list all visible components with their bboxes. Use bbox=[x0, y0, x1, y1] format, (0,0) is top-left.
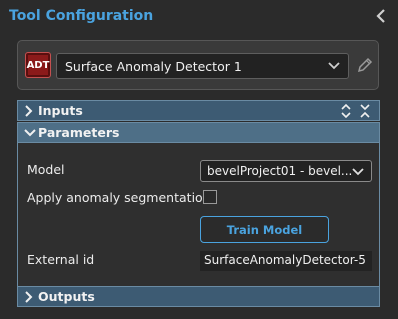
external-id-value: SurfaceAnomalyDetector-5 bbox=[204, 253, 366, 267]
collapse-all-icon bbox=[360, 104, 370, 118]
tool-badge: ADT bbox=[25, 52, 51, 78]
section-outputs-label: Outputs bbox=[38, 289, 95, 304]
train-model-button[interactable]: Train Model bbox=[200, 216, 329, 243]
chevron-right-icon bbox=[24, 105, 34, 117]
chevron-down-icon[interactable] bbox=[328, 60, 340, 72]
section-outputs[interactable]: Outputs bbox=[17, 286, 380, 307]
section-inputs[interactable]: Inputs bbox=[17, 100, 380, 121]
chevron-down-icon bbox=[24, 127, 36, 139]
chevron-left-icon[interactable] bbox=[374, 8, 388, 24]
panel-title: Tool Configuration bbox=[9, 8, 154, 24]
tool-dropdown[interactable]: Surface Anomaly Detector 1 bbox=[56, 53, 368, 79]
parameters-panel: Model bevelProject01 - bevel... Apply an… bbox=[17, 143, 380, 286]
panel-header: Tool Configuration bbox=[0, 0, 398, 34]
section-inputs-label: Inputs bbox=[38, 103, 83, 118]
pencil-icon[interactable] bbox=[356, 56, 374, 74]
expand-all-icon bbox=[341, 103, 351, 119]
section-parameters[interactable]: Parameters bbox=[17, 122, 380, 143]
tool-selector-box: ADT Surface Anomaly Detector 1 bbox=[17, 40, 379, 90]
tool-dropdown-value: Surface Anomaly Detector 1 bbox=[65, 59, 242, 74]
section-parameters-label: Parameters bbox=[38, 125, 120, 140]
chevron-down-icon[interactable] bbox=[352, 166, 364, 178]
model-dropdown-value: bevelProject01 - bevel... bbox=[207, 164, 353, 178]
model-label: Model bbox=[27, 162, 65, 177]
segmentation-label: Apply anomaly segmentation bbox=[27, 190, 211, 205]
section-inputs-tools bbox=[341, 103, 373, 119]
external-id-label: External id bbox=[27, 252, 95, 267]
model-dropdown[interactable]: bevelProject01 - bevel... bbox=[200, 160, 372, 182]
tool-dropdown-box[interactable]: Surface Anomaly Detector 1 bbox=[56, 53, 349, 79]
chevron-right-icon bbox=[24, 291, 34, 303]
external-id-field[interactable]: SurfaceAnomalyDetector-5 bbox=[200, 251, 372, 271]
segmentation-checkbox[interactable] bbox=[203, 190, 217, 204]
